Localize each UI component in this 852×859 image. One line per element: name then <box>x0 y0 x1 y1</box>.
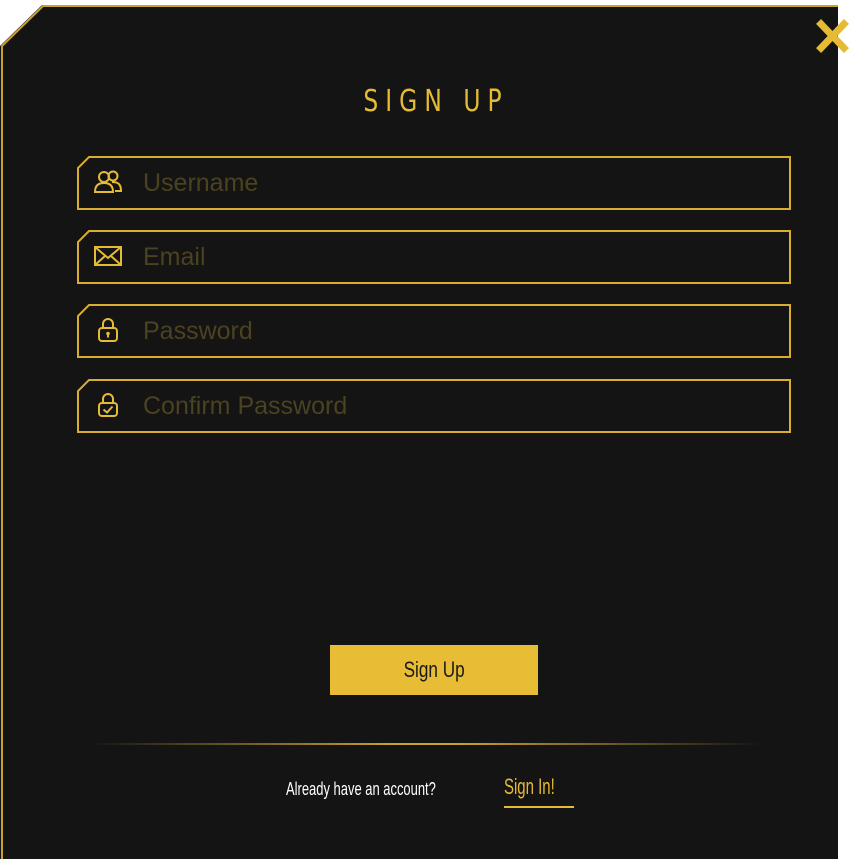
email-field <box>77 230 791 284</box>
divider <box>90 743 762 745</box>
sign-in-underline <box>504 806 574 808</box>
confirm-password-field <box>77 379 791 433</box>
confirm-password-input[interactable] <box>143 386 773 426</box>
sign-in-link[interactable]: Sign In! <box>504 774 555 800</box>
users-icon <box>93 170 123 193</box>
dialog-title: SIGN UP <box>363 84 509 119</box>
have-account-text: Already have an account? <box>286 779 436 799</box>
lock-check-icon <box>98 393 118 417</box>
sign-up-button[interactable]: Sign Up <box>330 645 538 695</box>
email-input[interactable] <box>143 237 773 277</box>
password-field <box>77 304 791 358</box>
close-button[interactable] <box>814 18 850 54</box>
sign-up-button-label: Sign Up <box>403 657 465 682</box>
signup-dialog: SIGN UP Username Email Sign Up Already h… <box>0 0 852 859</box>
close-icon <box>816 19 849 53</box>
footer: Already have an account? Sign In! <box>0 771 852 811</box>
username-field <box>77 156 791 210</box>
envelope-icon <box>94 246 122 266</box>
password-input[interactable] <box>143 311 773 351</box>
lock-icon <box>98 318 118 342</box>
username-input[interactable] <box>143 163 773 203</box>
